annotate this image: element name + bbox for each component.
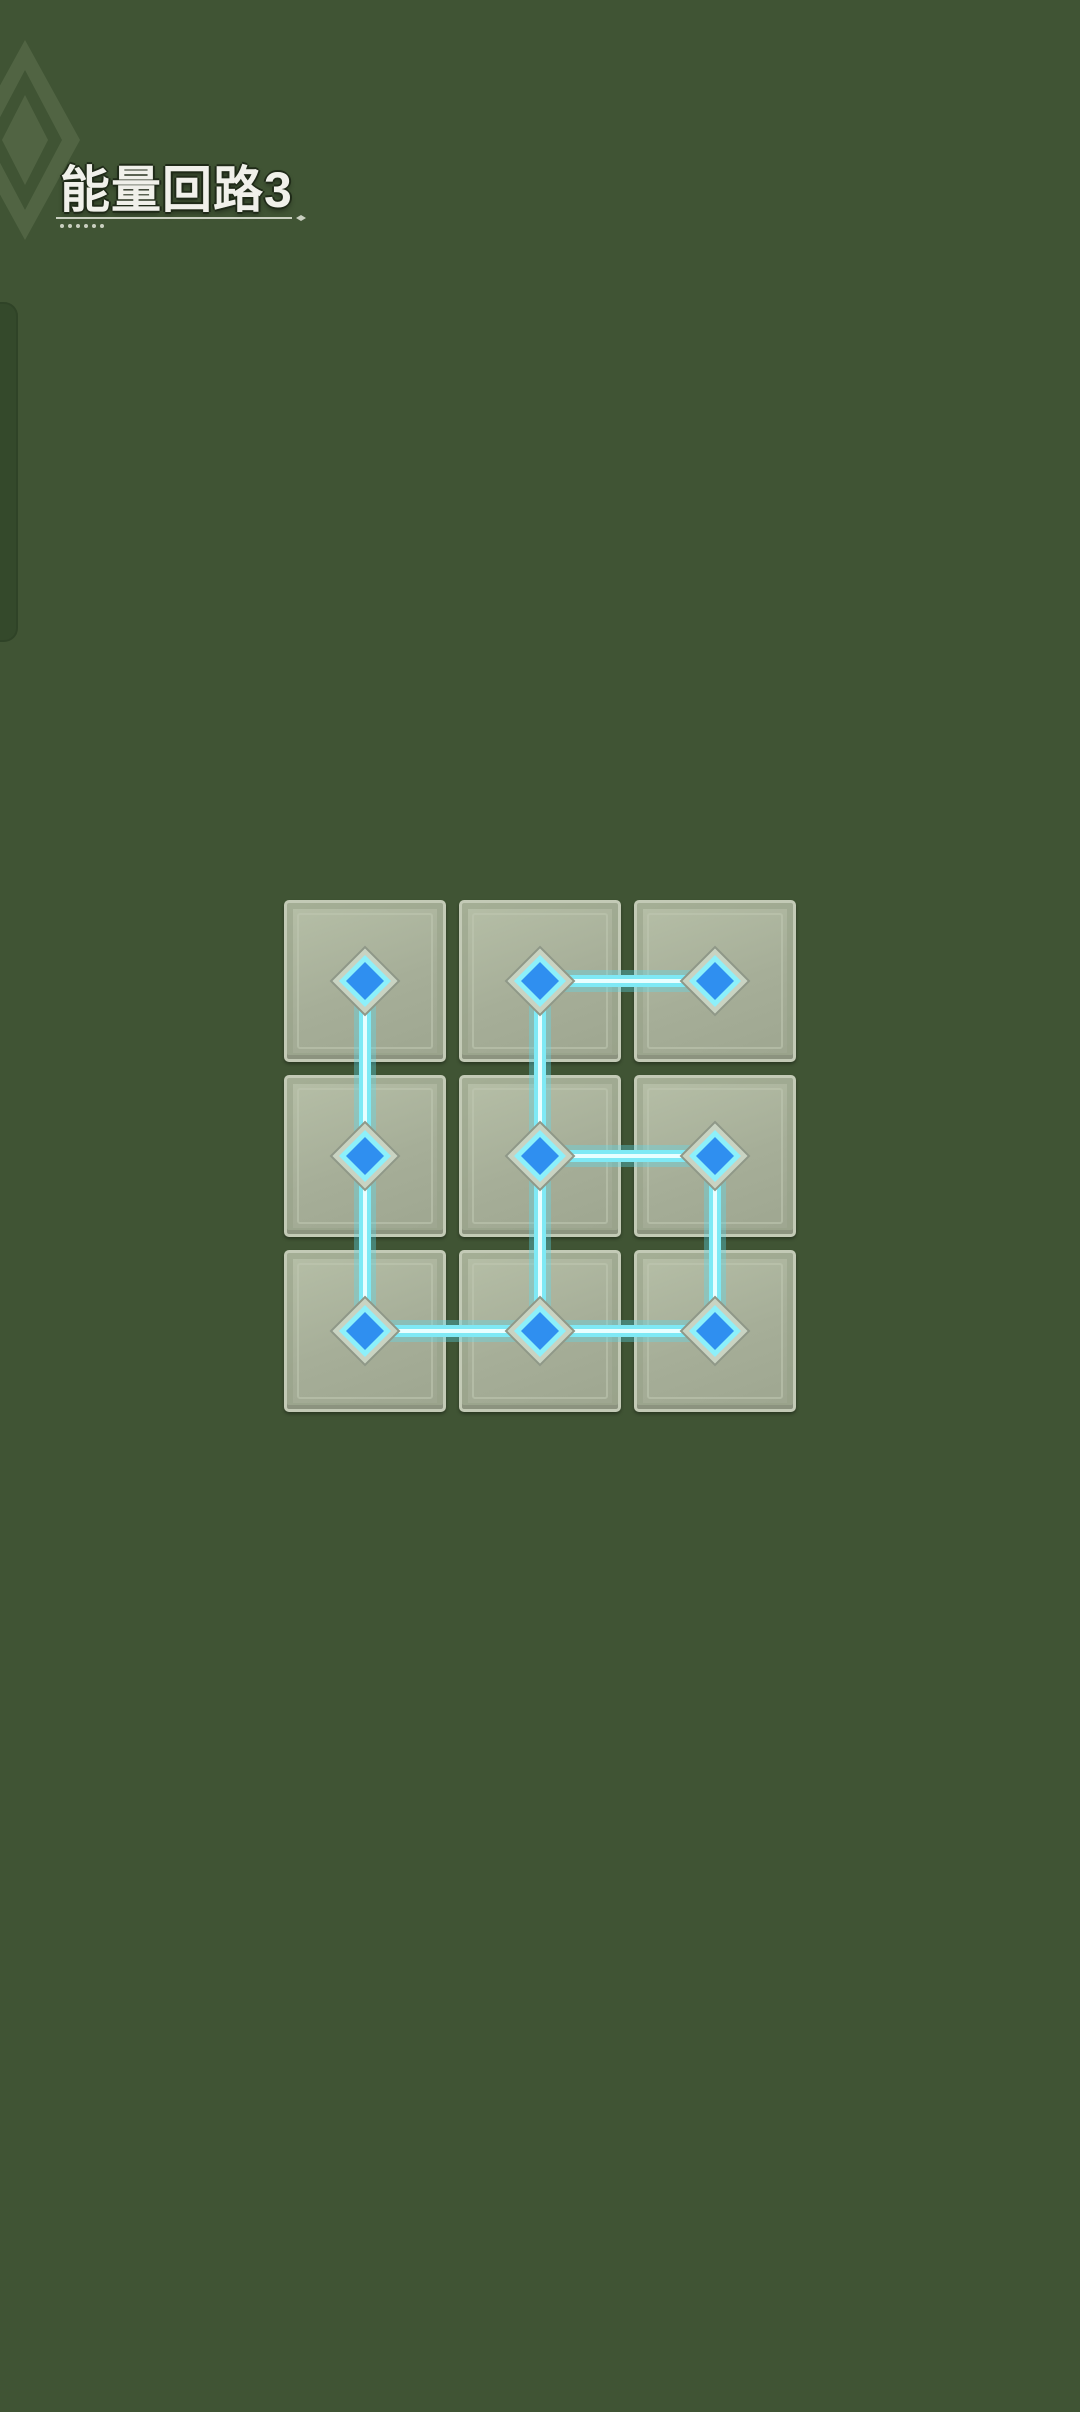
side-drawer-handle[interactable] bbox=[0, 302, 18, 642]
tile-r0-c2[interactable] bbox=[634, 900, 796, 1062]
game-screen: 能量回路3 bbox=[0, 0, 1080, 2412]
tile-r0-c1[interactable] bbox=[459, 900, 621, 1062]
tile-r2-c0[interactable] bbox=[284, 1250, 446, 1412]
tile-r1-c0[interactable] bbox=[284, 1075, 446, 1237]
title-underline bbox=[56, 215, 306, 228]
tile-r1-c1[interactable] bbox=[459, 1075, 621, 1237]
puzzle-board bbox=[284, 900, 796, 1412]
tile-r0-c0[interactable] bbox=[284, 900, 446, 1062]
level-title: 能量回路3 bbox=[60, 162, 293, 218]
tile-r2-c2[interactable] bbox=[634, 1250, 796, 1412]
tile-r1-c2[interactable] bbox=[634, 1075, 796, 1237]
tile-r2-c1[interactable] bbox=[459, 1250, 621, 1412]
